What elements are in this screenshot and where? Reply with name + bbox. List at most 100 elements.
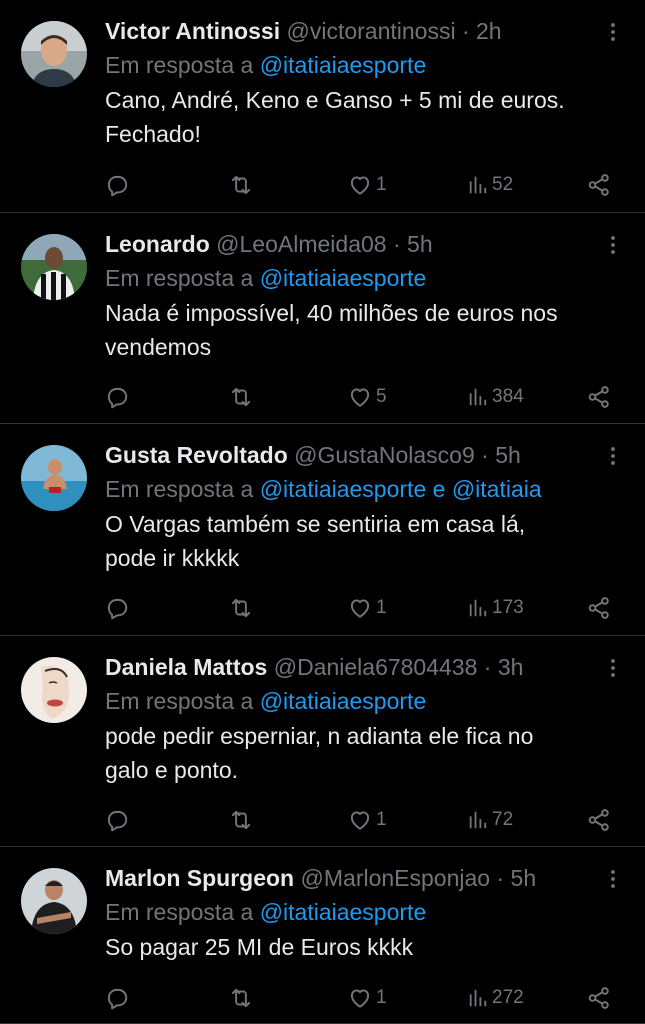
reply-button[interactable] — [104, 168, 130, 202]
action-bar: 5 384 — [0, 380, 645, 414]
mention-link[interactable]: @itatiaia — [452, 476, 542, 502]
user-handle[interactable]: @victorantinossi — [286, 18, 455, 44]
tweet[interactable]: Leonardo @LeoAlmeida08 · 5h Em resposta a… — [0, 213, 645, 424]
retweet-icon — [228, 985, 254, 1011]
reply-prefix: Em resposta a — [105, 899, 254, 925]
reply-icon — [104, 807, 130, 833]
heart-icon — [347, 807, 373, 833]
avatar-illustrated-face[interactable] — [21, 657, 87, 723]
timestamp[interactable]: 5h — [511, 865, 537, 891]
retweet-icon — [228, 384, 254, 410]
mention-link[interactable]: @itatiaiaesporte — [260, 899, 427, 925]
views-button[interactable]: 272 — [467, 981, 524, 1015]
like-button[interactable]: 1 — [347, 981, 387, 1015]
user-handle[interactable]: @GustaNolasco9 — [294, 442, 475, 468]
share-button[interactable] — [586, 981, 612, 1015]
display-name[interactable]: Gusta Revoltado — [105, 442, 288, 468]
share-button[interactable] — [586, 591, 612, 625]
heart-icon — [347, 384, 373, 410]
views-icon — [467, 174, 489, 196]
timestamp[interactable]: 2h — [476, 18, 502, 44]
tweet[interactable]: Daniela Mattos @Daniela67804438 · 3h Em r… — [0, 636, 645, 847]
retweet-button[interactable] — [228, 981, 254, 1015]
tweet-text-line: vendemos — [105, 334, 212, 360]
like-count: 1 — [376, 809, 387, 830]
reply-context: Em resposta a @itatiaiaesporte — [105, 895, 605, 929]
separator-dot: · — [392, 231, 401, 257]
like-button[interactable]: 1 — [347, 591, 387, 625]
action-bar: 1 173 — [0, 591, 645, 625]
mention-link[interactable]: @itatiaiaesporte — [260, 476, 427, 502]
reply-context: Em resposta a @itatiaiaesporte — [105, 684, 605, 718]
views-button[interactable]: 52 — [467, 168, 513, 202]
reply-button[interactable] — [104, 380, 130, 414]
display-name[interactable]: Marlon Spurgeon — [105, 865, 294, 891]
retweet-button[interactable] — [228, 168, 254, 202]
tweet[interactable]: Marlon Spurgeon @MarlonEsponjao · 5h Em r… — [0, 847, 645, 1024]
views-icon — [467, 597, 489, 619]
like-count: 1 — [376, 597, 387, 618]
user-handle[interactable]: @Daniela67804438 — [274, 654, 478, 680]
tweet-text-line: O Vargas também se sentiria em casa lá, — [105, 511, 526, 537]
user-handle[interactable]: @LeoAlmeida08 — [216, 231, 386, 257]
views-button[interactable]: 173 — [467, 591, 524, 625]
reply-icon — [104, 985, 130, 1011]
display-name[interactable]: Daniela Mattos — [105, 654, 267, 680]
view-count: 72 — [492, 809, 514, 830]
share-icon — [586, 985, 612, 1011]
reply-icon — [104, 172, 130, 198]
share-icon — [586, 172, 612, 198]
like-button[interactable]: 5 — [347, 380, 387, 414]
reply-context: Em resposta a @itatiaiaesporte — [105, 261, 605, 295]
display-name[interactable]: Leonardo — [105, 231, 210, 257]
user-handle[interactable]: @MarlonEsponjao — [301, 865, 491, 891]
tweet-text: pode pedir esperniar, n adianta ele fica… — [105, 719, 605, 787]
share-icon — [586, 384, 612, 410]
tweet-body: Daniela Mattos @Daniela67804438 · 3h Em r… — [105, 650, 605, 787]
views-icon — [467, 809, 489, 831]
reply-icon — [104, 595, 130, 621]
views-icon — [467, 987, 489, 1009]
tweet[interactable]: Gusta Revoltado @GustaNolasco9 · 5h Em re… — [0, 424, 645, 636]
share-button[interactable] — [586, 803, 612, 837]
mention-link[interactable]: @itatiaiaesporte — [260, 688, 427, 714]
share-button[interactable] — [586, 168, 612, 202]
like-button[interactable]: 1 — [347, 803, 387, 837]
retweet-icon — [228, 595, 254, 621]
reply-context: Em resposta a @itatiaiaesporte — [105, 48, 605, 82]
tweet-body: Marlon Spurgeon @MarlonEsponjao · 5h Em r… — [105, 861, 605, 964]
tweet-text: Cano, André, Keno e Ganso + 5 mi de euro… — [105, 83, 605, 151]
display-name[interactable]: Victor Antinossi — [105, 18, 280, 44]
like-count: 1 — [376, 987, 387, 1008]
reply-prefix: Em resposta a — [105, 265, 254, 291]
share-icon — [586, 807, 612, 833]
separator-dot: · — [496, 865, 505, 891]
timestamp[interactable]: 5h — [495, 442, 521, 468]
retweet-button[interactable] — [228, 380, 254, 414]
retweet-button[interactable] — [228, 803, 254, 837]
views-button[interactable]: 72 — [467, 803, 513, 837]
mention-link[interactable]: @itatiaiaesporte — [260, 52, 427, 78]
share-icon — [586, 595, 612, 621]
avatar-man-pool[interactable] — [21, 445, 87, 511]
avatar-man-striped-jersey[interactable] — [21, 234, 87, 300]
mention-link[interactable]: @itatiaiaesporte — [260, 265, 427, 291]
timestamp[interactable]: 3h — [498, 654, 524, 680]
tweet-text-line: pode ir kkkkk — [105, 545, 240, 571]
reply-button[interactable] — [104, 591, 130, 625]
tweet[interactable]: Victor Antinossi @victorantinossi · 2h Em… — [0, 0, 645, 213]
reply-button[interactable] — [104, 803, 130, 837]
like-button[interactable]: 1 — [347, 168, 387, 202]
views-button[interactable]: 384 — [467, 380, 524, 414]
view-count: 52 — [492, 174, 514, 195]
retweet-button[interactable] — [228, 591, 254, 625]
avatar-man-smiling[interactable] — [21, 21, 87, 87]
timestamp[interactable]: 5h — [407, 231, 433, 257]
heart-icon — [347, 985, 373, 1011]
mention-conjunction: e — [432, 476, 446, 502]
share-button[interactable] — [586, 380, 612, 414]
reply-button[interactable] — [104, 981, 130, 1015]
tweet-text-line: So pagar 25 MI de Euros kkkk — [105, 934, 414, 960]
tweet-header: Marlon Spurgeon @MarlonEsponjao · 5h — [105, 861, 605, 895]
avatar-man-arms-crossed[interactable] — [21, 868, 87, 934]
